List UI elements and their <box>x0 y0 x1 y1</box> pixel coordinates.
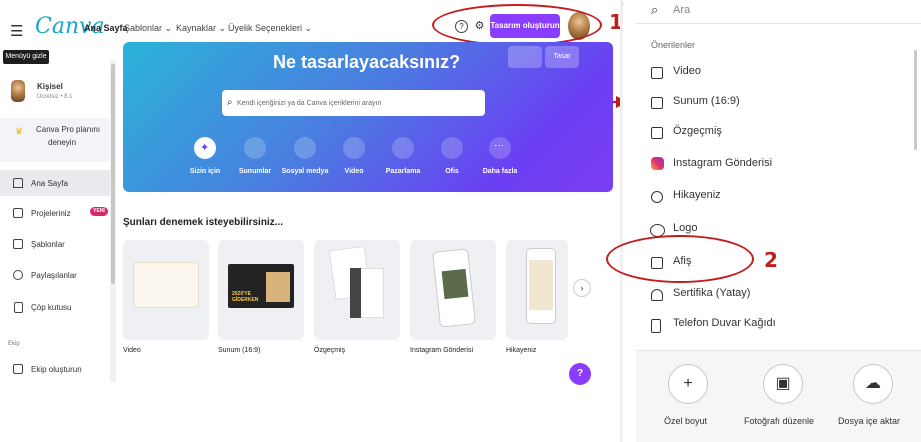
search-icon: ⌕ <box>651 2 659 17</box>
card-resume[interactable] <box>314 240 400 340</box>
card-video[interactable] <box>123 240 209 340</box>
presentation-icon <box>651 97 663 109</box>
category-social-label[interactable]: Sosyal medya <box>277 168 333 175</box>
trash-icon <box>14 302 23 313</box>
profile-name[interactable]: Kişisel <box>37 82 63 91</box>
screen: ☰ Canva Ana Sayfa Şablonlar ⌄ Kaynaklar … <box>0 0 921 442</box>
team-icon <box>13 364 23 374</box>
tooltip-hide-menu: Menüyü gizle <box>3 50 49 64</box>
card-label-story[interactable]: Hikayeniz <box>506 347 536 354</box>
hero-banner: Ne tasarlayacaksınız? Tasar ⌕ Kendi içer… <box>123 42 613 192</box>
story-icon <box>651 191 663 203</box>
templates-icon <box>13 239 23 249</box>
category-marketing-label[interactable]: Pazarlama <box>375 168 431 175</box>
pro-trial-line2: deneyin <box>48 138 77 147</box>
nav-templates[interactable]: Şablonlar ⌄ <box>124 23 172 34</box>
sidebar-item-label: Paylaşılanlar <box>31 271 77 280</box>
card-instagram[interactable] <box>410 240 496 340</box>
suggested-section-label: Önerilenler <box>651 40 696 50</box>
category-more-label[interactable]: Daha fazla <box>472 168 528 175</box>
dropdown-item-certificate[interactable]: Sertifika (Yatay) <box>673 287 750 299</box>
home-icon <box>13 178 23 188</box>
category-presentations-icon[interactable] <box>244 137 266 159</box>
new-badge: YENİ <box>90 207 108 216</box>
certificate-icon <box>651 289 663 301</box>
pro-trial-line1: Canva Pro planını <box>36 125 101 134</box>
shared-icon <box>13 270 23 280</box>
dropdown-item-story[interactable]: Hikayeniz <box>673 189 721 201</box>
import-file-icon[interactable]: ☁ <box>853 364 893 404</box>
dropdown-item-presentation[interactable]: Sunum (16:9) <box>673 95 740 107</box>
category-marketing-icon[interactable] <box>392 137 414 159</box>
card-label-presentation[interactable]: Sunum (16:9) <box>218 347 260 354</box>
hero-right-button[interactable]: Tasar <box>545 46 579 68</box>
crown-icon: ♛ <box>15 126 24 136</box>
card-story[interactable] <box>506 240 568 340</box>
sidebar-item-label: Projeleriniz <box>31 209 71 218</box>
dropdown-item-resume[interactable]: Özgeçmiş <box>673 125 722 137</box>
menu-icon[interactable]: ☰ <box>10 22 23 40</box>
instagram-icon <box>651 157 664 170</box>
dropdown-item-logo[interactable]: Logo <box>673 222 697 234</box>
import-file-label[interactable]: Dosya içe aktar <box>838 416 900 426</box>
card-label-video[interactable]: Video <box>123 347 141 354</box>
category-office-icon[interactable] <box>441 137 463 159</box>
hero-title: Ne tasarlayacaksınız? <box>273 52 461 72</box>
dropdown-search-placeholder: Ara <box>673 4 691 16</box>
folder-icon <box>13 208 23 218</box>
help-fab-icon[interactable]: ? <box>569 363 591 385</box>
profile-plan: Ücretsiz • 8.1 <box>37 94 73 100</box>
nav-membership[interactable]: Üyelik Seçenekleri ⌄ <box>228 23 312 34</box>
card-label-resume[interactable]: Özgeçmiş <box>314 347 345 354</box>
custom-size-icon[interactable]: + <box>668 364 708 404</box>
category-more-icon[interactable]: ··· <box>489 137 511 159</box>
category-video-label[interactable]: Video <box>326 168 382 175</box>
resume-icon <box>651 127 663 139</box>
category-presentations-label[interactable]: Sunumlar <box>227 168 283 175</box>
category-for-you-label[interactable]: Sizin için <box>177 168 233 175</box>
custom-size-label[interactable]: Özel boyut <box>664 416 707 426</box>
sidebar-scroll-thumb[interactable] <box>111 64 115 284</box>
annotation-ellipse-2 <box>606 235 754 283</box>
search-icon: ⌕ <box>227 97 233 108</box>
edit-photo-label[interactable]: Fotoğrafı düzenle <box>744 416 814 426</box>
phone-wallpaper-icon <box>651 319 661 333</box>
card-presentation[interactable]: 2020'YE GİDERKEN <box>218 240 304 340</box>
nav-resources[interactable]: Kaynaklar ⌄ <box>176 23 226 34</box>
sidebar-item-label: Ana Sayfa <box>31 179 68 188</box>
hero-left-button[interactable] <box>508 46 542 68</box>
team-section-label: Ekip <box>8 341 20 347</box>
sidebar-item-label: Şablonlar <box>31 240 65 249</box>
dropdown-item-instagram[interactable]: Instagram Gönderisi <box>673 157 772 169</box>
category-for-you-icon[interactable]: ✦ <box>194 137 216 159</box>
annotation-number-2: 2 <box>764 248 778 272</box>
card-label-instagram[interactable]: Instagram Gönderisi <box>410 347 473 354</box>
category-social-icon[interactable] <box>294 137 316 159</box>
category-video-icon[interactable] <box>343 137 365 159</box>
profile-avatar[interactable] <box>11 80 25 102</box>
card-presentation-text: 2020'YE GİDERKEN <box>232 291 259 303</box>
video-icon <box>651 67 663 79</box>
suggestions-title: Şunları denemek isteyebilirsiniz... <box>123 217 284 228</box>
dropdown-item-phone-wallpaper[interactable]: Telefon Duvar Kağıdı <box>673 317 776 329</box>
edit-photo-icon[interactable]: ▣ <box>763 364 803 404</box>
carousel-next-icon[interactable]: › <box>573 279 591 297</box>
sidebar-item-label: Ekip oluşturun <box>31 365 82 374</box>
dropdown-scroll-thumb[interactable] <box>914 50 917 150</box>
nav-home[interactable]: Ana Sayfa <box>84 23 128 33</box>
hero-search-placeholder: Kendi içeriğinizi ya da Canva içerikleri… <box>237 100 382 107</box>
dropdown-item-video[interactable]: Video <box>673 65 701 77</box>
sidebar-item-label: Çöp kutusu <box>31 303 72 312</box>
